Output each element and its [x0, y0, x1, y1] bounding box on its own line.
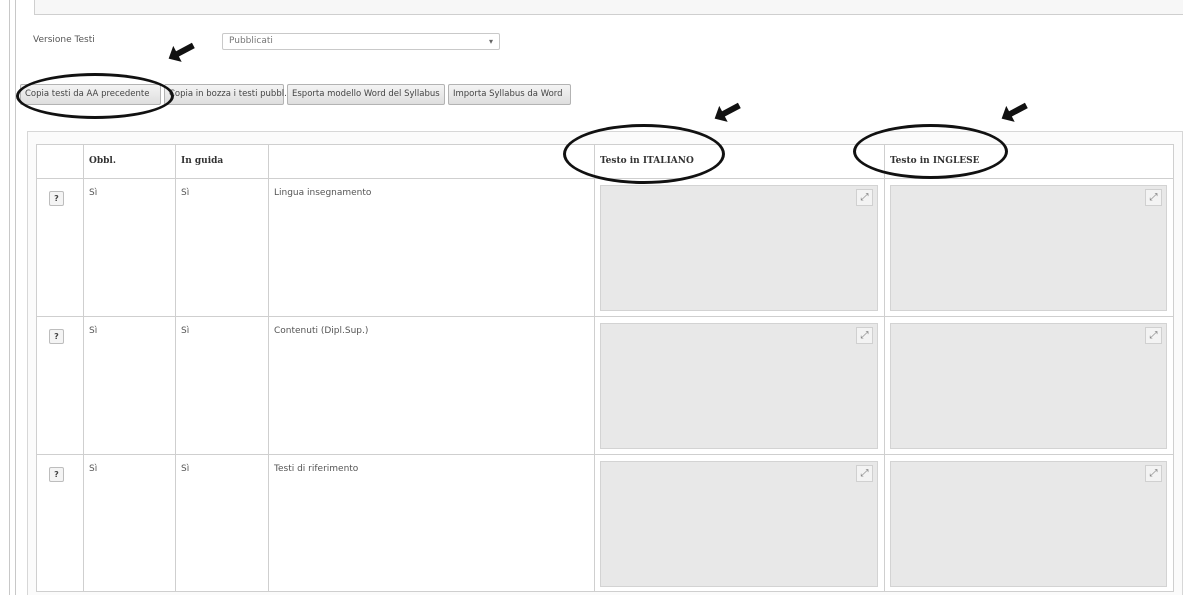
expand-icon[interactable]: ⤢: [856, 465, 873, 482]
expand-icon[interactable]: ⤢: [1145, 327, 1162, 344]
help-icon[interactable]: ?: [49, 467, 64, 482]
version-select-value: Pubblicati: [229, 36, 273, 46]
arrow-icon: [168, 42, 195, 62]
expand-icon[interactable]: ⤢: [856, 327, 873, 344]
left-rail-inner: [15, 0, 16, 595]
italian-text-area[interactable]: ⤢: [600, 185, 878, 311]
header-field: [268, 144, 595, 179]
left-rail: [9, 0, 10, 595]
arrow-icon: [1001, 102, 1028, 122]
field-name: Testi di riferimento: [274, 464, 359, 474]
expand-icon[interactable]: ⤢: [1145, 189, 1162, 206]
help-icon[interactable]: ?: [49, 191, 64, 206]
italian-text-area[interactable]: ⤢: [600, 323, 878, 449]
version-label: Versione Testi: [33, 35, 95, 45]
expand-icon[interactable]: ⤢: [856, 189, 873, 206]
copy-draft-button[interactable]: Copia in bozza i testi pubbl.: [164, 84, 287, 105]
table-header-row: Obbl. In guida Testo in ITALIANO Testo i…: [36, 144, 1174, 179]
italian-text-area[interactable]: ⤢: [600, 461, 878, 587]
obbl-value: Sì: [89, 464, 98, 474]
english-text-area[interactable]: ⤢: [890, 185, 1167, 311]
header-in-guida: In guida: [175, 144, 269, 179]
obbl-value: Sì: [89, 188, 98, 198]
toolbar: Copia testi da AA precedente Copia in bo…: [20, 84, 571, 105]
top-frame: [34, 0, 1183, 15]
table-row: ? Sì Sì Lingua insegnamento ⤢ ⤢: [36, 178, 1174, 317]
obbl-value: Sì: [89, 326, 98, 336]
header-help: [36, 144, 84, 179]
chevron-down-icon: ▾: [488, 37, 493, 46]
field-name: Contenuti (Dipl.Sup.): [274, 326, 369, 336]
help-icon[interactable]: ?: [49, 329, 64, 344]
copy-previous-year-button[interactable]: Copia testi da AA precedente: [20, 84, 161, 105]
arrow-icon: [714, 102, 741, 122]
expand-icon[interactable]: ⤢: [1145, 465, 1162, 482]
header-obbl: Obbl.: [83, 144, 176, 179]
syllabus-table: Obbl. In guida Testo in ITALIANO Testo i…: [36, 144, 1174, 592]
table-row: ? Sì Sì Testi di riferimento ⤢ ⤢: [36, 454, 1174, 592]
english-text-area[interactable]: ⤢: [890, 323, 1167, 449]
field-name: Lingua insegnamento: [274, 188, 372, 198]
in-guida-value: Sì: [181, 326, 190, 336]
in-guida-value: Sì: [181, 464, 190, 474]
export-word-button[interactable]: Esporta modello Word del Syllabus: [287, 84, 445, 105]
in-guida-value: Sì: [181, 188, 190, 198]
table-row: ? Sì Sì Contenuti (Dipl.Sup.) ⤢ ⤢: [36, 316, 1174, 455]
version-select[interactable]: Pubblicati ▾: [222, 33, 500, 50]
import-word-button[interactable]: Importa Syllabus da Word: [448, 84, 571, 105]
header-english: Testo in INGLESE: [884, 144, 1174, 179]
header-italian: Testo in ITALIANO: [594, 144, 885, 179]
english-text-area[interactable]: ⤢: [890, 461, 1167, 587]
